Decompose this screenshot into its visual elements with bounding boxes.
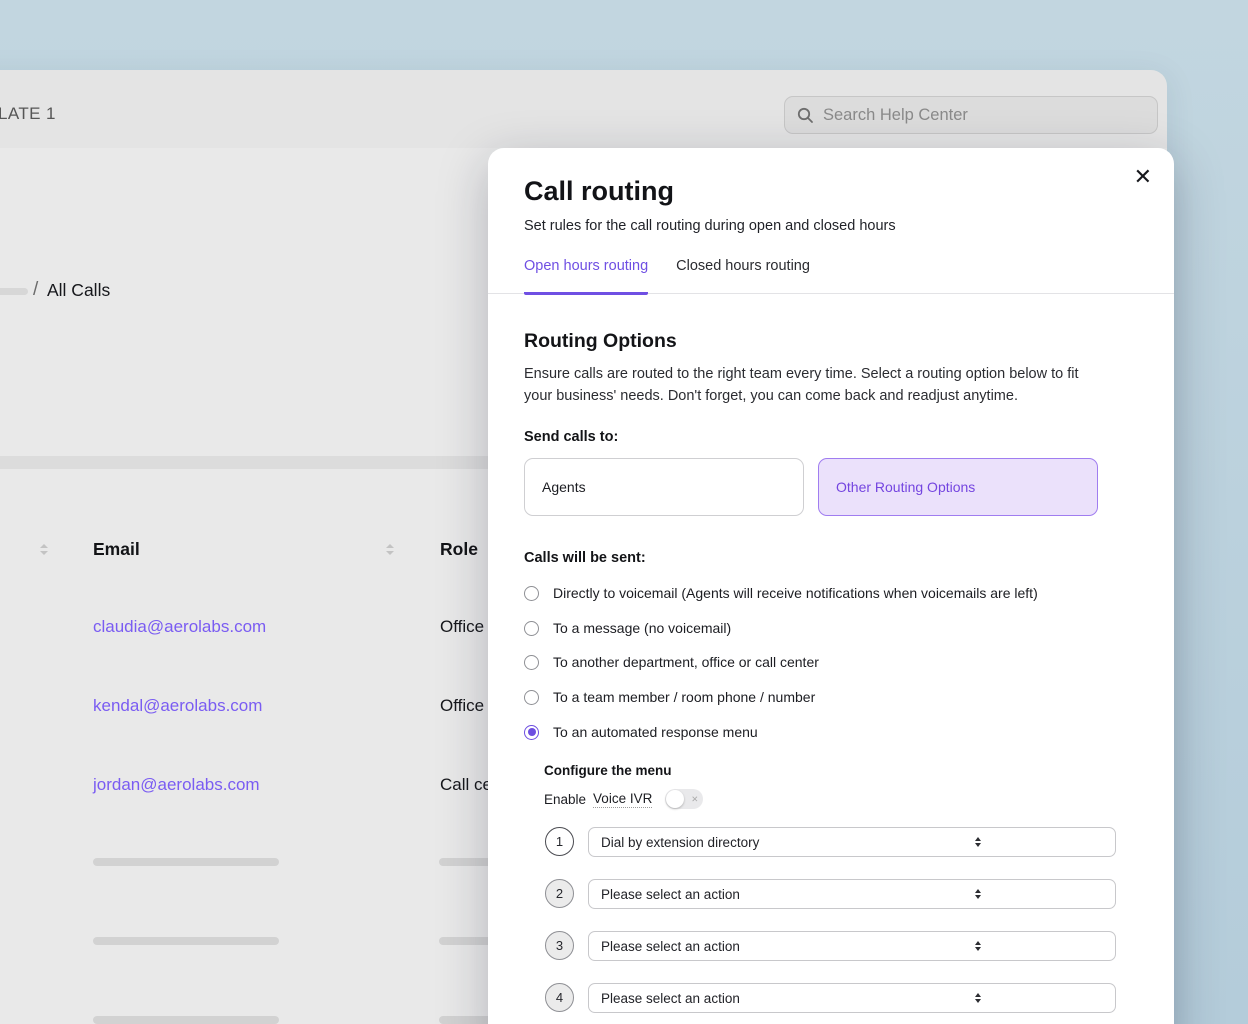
table-row-role: Office [440, 617, 484, 637]
column-header-role[interactable]: Role [440, 539, 478, 560]
call-routing-modal: ✕ Call routing Set rules for the call ro… [488, 148, 1174, 1024]
modal-tabs: Open hours routing Closed hours routing [488, 258, 1174, 294]
modal-title: Call routing [524, 176, 674, 207]
row-skeleton [93, 937, 279, 945]
select-updown-icon [852, 941, 1103, 951]
menu-action-select-2[interactable]: Please select an action [588, 879, 1116, 909]
voice-ivr-term[interactable]: Voice IVR [593, 791, 652, 808]
tab-open-hours-routing[interactable]: Open hours routing [524, 258, 648, 295]
radio-icon [524, 621, 539, 636]
configure-menu-heading: Configure the menu [544, 763, 672, 778]
breadcrumb-skeleton [0, 288, 28, 295]
voice-ivr-toggle[interactable]: ✕ [665, 789, 703, 809]
send-calls-label: Send calls to: [524, 429, 618, 445]
column-header-email[interactable]: Email [93, 539, 140, 560]
search-placeholder: Search Help Center [823, 106, 968, 125]
table-row-email-link[interactable]: kendal@aerolabs.com [93, 696, 262, 716]
breadcrumb-current[interactable]: All Calls [47, 280, 110, 301]
radio-team-member[interactable]: To a team member / room phone / number [524, 689, 815, 705]
screen: EMPLATE 1 Search Help Center / All Calls… [0, 0, 1248, 1024]
menu-action-select-3[interactable]: Please select an action [588, 931, 1116, 961]
tab-closed-hours-routing[interactable]: Closed hours routing [676, 258, 810, 295]
template-label: EMPLATE 1 [0, 104, 56, 124]
table-row-email-link[interactable]: claudia@aerolabs.com [93, 617, 266, 637]
search-icon [797, 107, 814, 124]
radio-icon-selected [524, 725, 539, 740]
row-skeleton [93, 858, 279, 866]
radio-directly-to-voicemail[interactable]: Directly to voicemail (Agents will recei… [524, 585, 1038, 601]
search-input[interactable]: Search Help Center [784, 96, 1158, 134]
modal-subtitle: Set rules for the call routing during op… [524, 218, 896, 234]
table-row-role: Office [440, 696, 484, 716]
enable-label: Enable [544, 792, 586, 807]
routing-options-heading: Routing Options [524, 330, 677, 353]
menu-number-badge: 3 [545, 931, 574, 960]
calls-sent-label: Calls will be sent: [524, 550, 646, 566]
select-updown-icon [852, 837, 1103, 847]
menu-action-select-1[interactable]: Dial by extension directory [588, 827, 1116, 857]
sort-icon-role[interactable] [386, 544, 394, 555]
enable-voice-ivr-row: Enable Voice IVR ✕ [544, 789, 703, 809]
toggle-knob [666, 790, 684, 808]
select-updown-icon [852, 889, 1103, 899]
sort-icon-email[interactable] [40, 544, 48, 555]
table-row-email-link[interactable]: jordan@aerolabs.com [93, 775, 260, 795]
radio-another-department[interactable]: To another department, office or call ce… [524, 654, 819, 670]
send-option-agents-button[interactable]: Agents [524, 458, 804, 516]
radio-icon [524, 690, 539, 705]
close-icon[interactable]: ✕ [1134, 166, 1152, 188]
menu-action-select-4[interactable]: Please select an action [588, 983, 1116, 1013]
send-option-other-routing-button[interactable]: Other Routing Options [818, 458, 1098, 516]
radio-automated-response-menu[interactable]: To an automated response menu [524, 724, 758, 740]
breadcrumb-separator: / [33, 279, 38, 301]
select-updown-icon [852, 993, 1103, 1003]
radio-to-a-message[interactable]: To a message (no voicemail) [524, 620, 731, 636]
radio-icon [524, 655, 539, 670]
menu-number-badge: 2 [545, 879, 574, 908]
radio-icon [524, 586, 539, 601]
menu-number-badge: 4 [545, 983, 574, 1012]
row-skeleton [93, 1016, 279, 1024]
menu-number-badge: 1 [545, 827, 574, 856]
routing-options-description: Ensure calls are routed to the right tea… [524, 364, 1098, 407]
toggle-x-icon: ✕ [691, 793, 698, 805]
